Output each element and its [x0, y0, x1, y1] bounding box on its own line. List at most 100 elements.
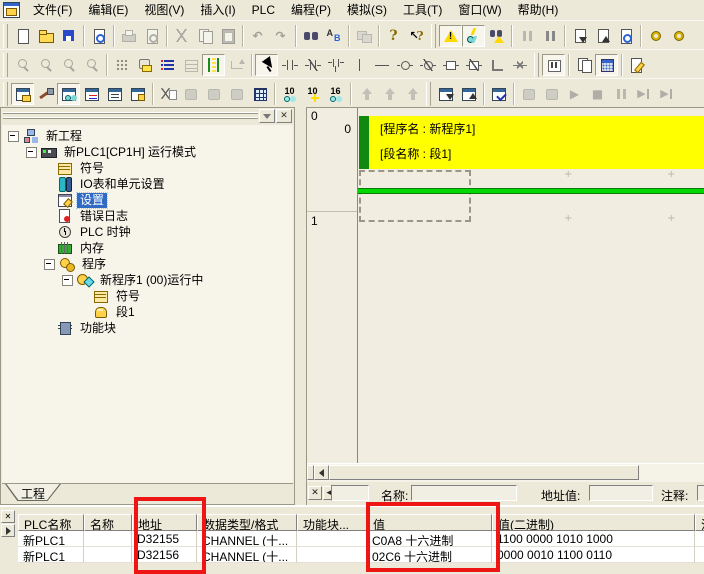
- rung-comment-block[interactable]: [程序名 : 新程序1] [段名称 : 段1]: [359, 116, 704, 169]
- column-header-1[interactable]: 名称: [84, 514, 132, 531]
- column-header-6[interactable]: 值(二进制): [492, 514, 695, 531]
- tree-expand-minus[interactable]: [62, 275, 73, 286]
- compare-programs-button[interactable]: [572, 54, 595, 76]
- table-row-0[interactable]: 新PLC1D32155CHANNEL (十...C0A8 十六进制1100 00…: [18, 531, 704, 547]
- menu-item-4[interactable]: PLC: [244, 1, 283, 20]
- monitor-find-button[interactable]: [485, 25, 508, 47]
- find-button[interactable]: [299, 25, 322, 47]
- menu-item-0[interactable]: 文件(F): [25, 1, 80, 20]
- tree-item-1[interactable]: 新PLC1[CP1H] 运行模式: [2, 144, 293, 160]
- view-document-button[interactable]: [87, 25, 110, 47]
- tree-item-12[interactable]: 功能块: [2, 320, 293, 336]
- properties-button[interactable]: [126, 83, 149, 105]
- force-reset-tool-button[interactable]: [667, 25, 690, 47]
- context-help-button[interactable]: [405, 25, 428, 47]
- menu-item-6[interactable]: 模拟(S): [339, 1, 395, 20]
- column-header-0[interactable]: PLC名称: [18, 514, 84, 531]
- menu-item-3[interactable]: 插入(I): [192, 1, 243, 20]
- transfer-to-plc-button[interactable]: [568, 25, 591, 47]
- tree-item-0[interactable]: 新工程: [2, 128, 293, 144]
- address-value-input[interactable]: [589, 485, 653, 501]
- tree-expand-minus[interactable]: [44, 259, 55, 270]
- column-header-3[interactable]: 数据类型/格式: [197, 514, 297, 531]
- watch-collapse-button[interactable]: [1, 524, 15, 537]
- panel-gripper[interactable]: [3, 111, 258, 121]
- panel-close-button[interactable]: ✕: [276, 109, 292, 123]
- scrollbar-split-handle[interactable]: [307, 465, 314, 480]
- new-coil-button[interactable]: [393, 54, 416, 76]
- new-closed-contact-button[interactable]: [301, 54, 324, 76]
- new-vertical-line-button[interactable]: [347, 54, 370, 76]
- new-file-button[interactable]: [11, 25, 34, 47]
- tree-item-11[interactable]: 段1: [2, 304, 293, 320]
- new-closed-coil-button[interactable]: [416, 54, 439, 76]
- window-transfer-down-button[interactable]: [434, 83, 457, 105]
- show-comments-button[interactable]: [133, 54, 156, 76]
- new-contact-button[interactable]: [278, 54, 301, 76]
- rung-margin-button[interactable]: [202, 54, 225, 76]
- tree-item-7[interactable]: 内存: [2, 240, 293, 256]
- new-horizontal-line-button[interactable]: [370, 54, 393, 76]
- tree-item-5[interactable]: 错误日志: [2, 208, 293, 224]
- tree-item-9[interactable]: 新程序1 (00)运行中: [2, 272, 293, 288]
- replace-button[interactable]: [322, 25, 345, 47]
- scroll-left-arrow[interactable]: [314, 465, 329, 480]
- help-button[interactable]: [382, 25, 405, 47]
- watch-close-button[interactable]: ✕: [1, 510, 15, 523]
- column-header-4[interactable]: 功能块...: [297, 514, 367, 531]
- comment-input[interactable]: [697, 485, 704, 501]
- tree-expand-minus[interactable]: [26, 147, 37, 158]
- rung0-margin-cell[interactable]: 0 0: [307, 108, 357, 212]
- toggle-project-window-button[interactable]: [11, 83, 34, 105]
- selected-cell-marquee[interactable]: [359, 170, 471, 222]
- tree-item-4[interactable]: 设置: [2, 192, 293, 208]
- edit-comment-button[interactable]: [625, 54, 648, 76]
- menu-item-9[interactable]: 帮助(H): [510, 1, 567, 20]
- force-set-tool-button[interactable]: [644, 25, 667, 47]
- tree-item-6[interactable]: PLC 时钟: [2, 224, 293, 240]
- new-or-contact-button[interactable]: [324, 54, 347, 76]
- infobar-close-button[interactable]: ✕: [308, 486, 322, 500]
- compare-with-plc-button[interactable]: [614, 25, 637, 47]
- io-table-button[interactable]: [248, 83, 271, 105]
- project-tab[interactable]: 工程: [5, 484, 61, 501]
- cross-reference-button[interactable]: [80, 83, 103, 105]
- menu-item-5[interactable]: 编程(P): [283, 1, 339, 20]
- transfer-from-plc-button[interactable]: [591, 25, 614, 47]
- vertical-splitter[interactable]: [295, 107, 306, 505]
- new-instruction-button[interactable]: [439, 54, 462, 76]
- force-decimal-button[interactable]: [301, 83, 324, 105]
- toggle-grid-button[interactable]: [110, 54, 133, 76]
- monitor-mode-button[interactable]: [462, 25, 485, 47]
- table-row-1[interactable]: 新PLC1D32156CHANNEL (十...02C6 十六进制0000 00…: [18, 547, 704, 563]
- pause-monitor-box-button[interactable]: [542, 54, 565, 76]
- compile-program-button[interactable]: [156, 83, 179, 105]
- work-online-button[interactable]: [439, 25, 462, 47]
- scrollbar-thumb[interactable]: [329, 465, 639, 480]
- panel-dropdown-button[interactable]: [259, 109, 275, 123]
- pause-button[interactable]: [538, 25, 561, 47]
- select-mode-button[interactable]: [255, 54, 278, 76]
- tree-expand-minus[interactable]: [8, 131, 19, 142]
- monitor-decimal-button[interactable]: [278, 83, 301, 105]
- column-header-7[interactable]: 注释: [695, 514, 704, 531]
- tree-item-8[interactable]: 程序: [2, 256, 293, 272]
- new-inverted-instruction-button[interactable]: [462, 54, 485, 76]
- column-header-2[interactable]: 地址: [132, 514, 197, 531]
- menu-item-7[interactable]: 工具(T): [395, 1, 450, 20]
- tree-item-3[interactable]: IO表和单元设置: [2, 176, 293, 192]
- open-file-button[interactable]: [34, 25, 57, 47]
- menu-item-2[interactable]: 视图(V): [136, 1, 192, 20]
- save-button[interactable]: [57, 25, 80, 47]
- build-button[interactable]: [34, 83, 57, 105]
- tree-item-2[interactable]: 符号: [2, 160, 293, 176]
- delete-line-button[interactable]: [508, 54, 531, 76]
- toggle-watch-window-button[interactable]: [57, 83, 80, 105]
- window-transfer-up-button[interactable]: [457, 83, 480, 105]
- column-header-5[interactable]: 值: [367, 514, 492, 531]
- clock-monitor-button[interactable]: [595, 54, 618, 76]
- new-corner-button[interactable]: [485, 54, 508, 76]
- ladder-window-icon[interactable]: [3, 2, 20, 18]
- monitor-hex-button[interactable]: [324, 83, 347, 105]
- tree-item-10[interactable]: 符号: [2, 288, 293, 304]
